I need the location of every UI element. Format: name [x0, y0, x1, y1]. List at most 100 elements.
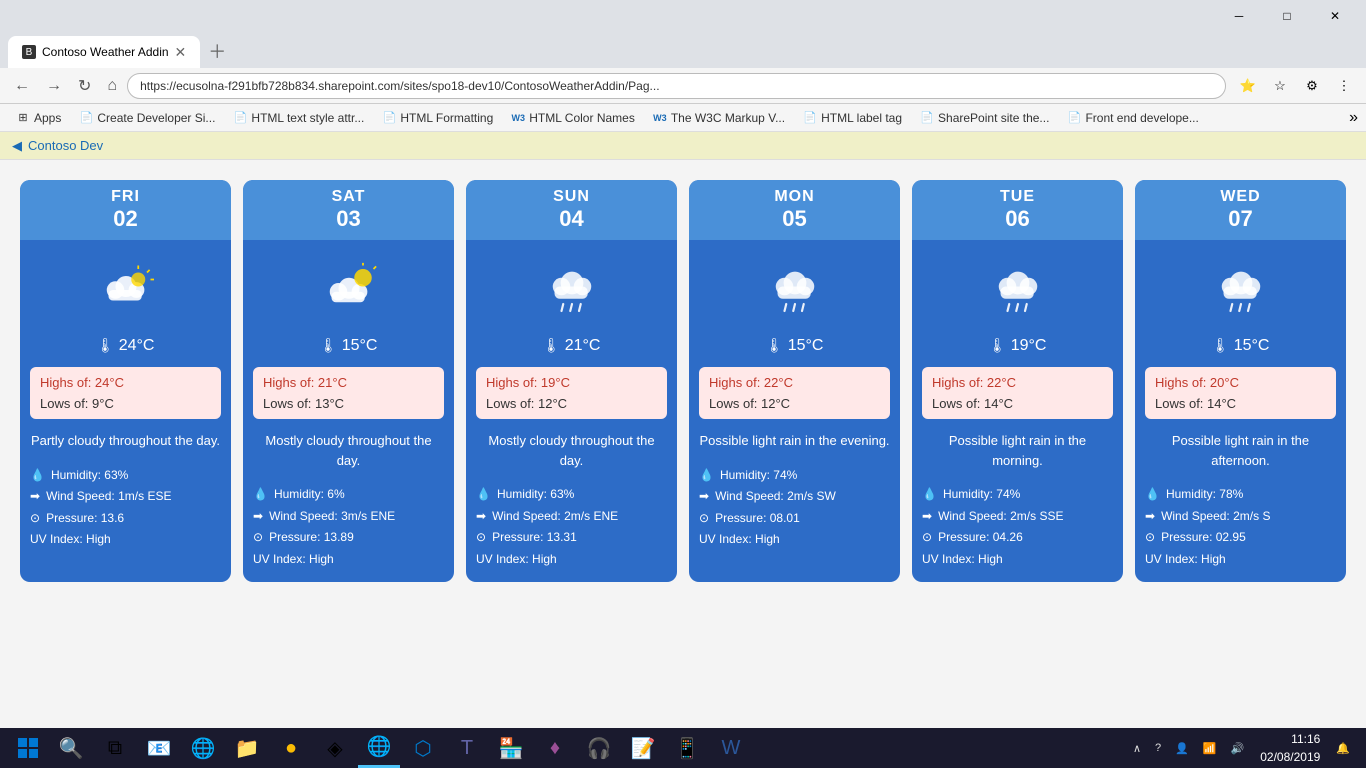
- taskbar-mail-icon[interactable]: 📧: [138, 728, 180, 768]
- minimize-button[interactable]: ─: [1216, 0, 1262, 32]
- taskbar-edge-icon[interactable]: 🌐: [358, 728, 400, 768]
- weather-card-wed: WED 07 🌡 15°C Highs of: 20°C Lows of: 14…: [1135, 180, 1346, 582]
- bookmark-sharepoint-icon: 📄: [920, 111, 934, 125]
- bookmark-sharepoint-label: SharePoint site the...: [938, 111, 1049, 125]
- taskbar-explorer-icon[interactable]: 📁: [226, 728, 268, 768]
- pressure-value: Pressure: 13.6: [46, 508, 124, 530]
- taskbar-store-icon[interactable]: 🏪: [490, 728, 532, 768]
- weather-description: Mostly cloudy throughout the day.: [253, 431, 444, 470]
- taskbar-taskview-icon[interactable]: ⧉: [94, 728, 136, 768]
- weather-details: 💧 Humidity: 6% ➡ Wind Speed: 3m/s ENE ⊙ …: [253, 484, 444, 570]
- bookmark-w3c-icon: W3: [653, 111, 667, 125]
- new-tab-button[interactable]: ＋: [200, 34, 234, 68]
- bookmark-html-label[interactable]: 📄 HTML label tag: [795, 109, 910, 127]
- card-date: 05: [693, 206, 896, 232]
- taskbar-ie-icon[interactable]: 🌐: [182, 728, 224, 768]
- wind-row: ➡ Wind Speed: 2m/s SW: [699, 486, 890, 508]
- taskbar-show-hidden[interactable]: ∧: [1127, 742, 1147, 755]
- refresh-button[interactable]: ↻: [72, 72, 97, 100]
- wind-value: Wind Speed: 2m/s ENE: [492, 506, 618, 528]
- humidity-icon: 💧: [30, 465, 45, 487]
- apps-icon: ⊞: [16, 111, 30, 125]
- bookmark-frontend[interactable]: 📄 Front end develope...: [1059, 109, 1206, 127]
- weather-details: 💧 Humidity: 74% ➡ Wind Speed: 2m/s SW ⊙ …: [699, 465, 890, 551]
- weather-icon: [699, 262, 890, 327]
- wind-row: ➡ Wind Speed: 3m/s ENE: [253, 506, 444, 528]
- bookmark-html-color[interactable]: W3 HTML Color Names: [503, 109, 643, 127]
- forward-button[interactable]: →: [40, 73, 68, 99]
- menu-icon[interactable]: ⋮: [1330, 72, 1358, 100]
- bookmark-html-text-icon: 📄: [233, 111, 247, 125]
- wind-value: Wind Speed: 1m/s ESE: [46, 486, 171, 508]
- taskbar-vscode-icon[interactable]: ⬡: [402, 728, 444, 768]
- taskbar-sound-icon[interactable]: 🔊: [1225, 742, 1251, 755]
- main-content: FRI 02 🌡 24°C Highs of: 24°C Lows of: 9°…: [0, 160, 1366, 728]
- wind-row: ➡ Wind Speed: 1m/s ESE: [30, 486, 221, 508]
- taskbar-vs-icon[interactable]: ♦: [534, 728, 576, 768]
- humidity-value: Humidity: 63%: [497, 484, 574, 506]
- maximize-button[interactable]: □: [1264, 0, 1310, 32]
- card-date: 03: [247, 206, 450, 232]
- taskbar-word-icon[interactable]: W: [710, 728, 752, 768]
- home-button[interactable]: ⌂: [101, 73, 123, 99]
- sp-back-arrow: ◀: [12, 138, 22, 154]
- back-button[interactable]: ←: [8, 73, 36, 99]
- taskbar-cortana-icon[interactable]: 🎧: [578, 728, 620, 768]
- thermometer-icon: 🌡: [1212, 337, 1230, 353]
- bookmark-create-dev[interactable]: 📄 Create Developer Si...: [71, 109, 223, 127]
- bookmarks-more-icon[interactable]: »: [1349, 109, 1358, 127]
- active-tab[interactable]: B Contoso Weather Addin ✕: [8, 36, 200, 68]
- hi-lo-box: Highs of: 21°C Lows of: 13°C: [253, 367, 444, 419]
- uv-row: UV Index: High: [476, 549, 667, 571]
- bookmark-apps-label: Apps: [34, 111, 61, 125]
- taskbar-people-icon[interactable]: 👤: [1169, 742, 1195, 755]
- tab-bar: B Contoso Weather Addin ✕ ＋: [0, 32, 1366, 68]
- bookmark-icon[interactable]: ☆: [1266, 72, 1294, 100]
- sp-site-link[interactable]: Contoso Dev: [28, 138, 103, 153]
- address-bar[interactable]: [127, 73, 1226, 99]
- taskbar-teams-icon[interactable]: T: [446, 728, 488, 768]
- bookmarks-bar: ⊞ Apps 📄 Create Developer Si... 📄 HTML t…: [0, 104, 1366, 132]
- bookmark-sharepoint[interactable]: 📄 SharePoint site the...: [912, 109, 1057, 127]
- taskbar-notifications-icon[interactable]: 🔔: [1330, 742, 1356, 755]
- lows-temp: Lows of: 12°C: [486, 396, 657, 411]
- bookmark-frontend-icon: 📄: [1067, 111, 1081, 125]
- bookmark-apps[interactable]: ⊞ Apps: [8, 109, 69, 127]
- humidity-row: 💧 Humidity: 63%: [476, 484, 667, 506]
- weather-description: Mostly cloudy throughout the day.: [476, 431, 667, 470]
- taskbar-network-icon[interactable]: 📶: [1197, 742, 1223, 755]
- card-body: 🌡 15°C Highs of: 20°C Lows of: 14°C Poss…: [1135, 240, 1346, 582]
- pressure-row: ⊙ Pressure: 08.01: [699, 508, 890, 530]
- extensions-icon[interactable]: ⭐: [1234, 72, 1262, 100]
- clock-time: 11:16: [1260, 730, 1320, 748]
- taskbar-help-icon[interactable]: ?: [1149, 742, 1167, 754]
- pressure-icon: ⊙: [253, 527, 263, 549]
- pressure-icon: ⊙: [476, 527, 486, 549]
- bookmark-html-format[interactable]: 📄 HTML Formatting: [374, 109, 501, 127]
- bookmark-html-text[interactable]: 📄 HTML text style attr...: [225, 109, 372, 127]
- thermometer-icon: 🌡: [766, 337, 784, 353]
- card-body: 🌡 24°C Highs of: 24°C Lows of: 9°C Partl…: [20, 240, 231, 563]
- temperature: 🌡 15°C: [699, 337, 890, 355]
- humidity-row: 💧 Humidity: 74%: [922, 484, 1113, 506]
- tab-close-icon[interactable]: ✕: [175, 44, 187, 61]
- hi-lo-box: Highs of: 19°C Lows of: 12°C: [476, 367, 667, 419]
- taskbar-chrome-icon[interactable]: ●: [270, 728, 312, 768]
- pressure-icon: ⊙: [30, 508, 40, 530]
- taskbar-phone-icon[interactable]: 📱: [666, 728, 708, 768]
- taskbar-sticky-icon[interactable]: 📝: [622, 728, 664, 768]
- taskbar-clock[interactable]: 11:16 02/08/2019: [1252, 730, 1328, 766]
- settings-icon[interactable]: ⚙: [1298, 72, 1326, 100]
- close-button[interactable]: ✕: [1312, 0, 1358, 32]
- temperature: 🌡 21°C: [476, 337, 667, 355]
- humidity-value: Humidity: 74%: [720, 465, 797, 487]
- taskbar-search-icon[interactable]: 🔍: [50, 728, 92, 768]
- bookmark-w3c[interactable]: W3 The W3C Markup V...: [645, 109, 793, 127]
- uv-row: UV Index: High: [253, 549, 444, 571]
- taskbar-dropbox-icon[interactable]: ◈: [314, 728, 356, 768]
- humidity-icon: 💧: [476, 484, 491, 506]
- temperature: 🌡 15°C: [253, 337, 444, 355]
- start-button[interactable]: [6, 728, 50, 768]
- tab-favicon: B: [22, 45, 36, 59]
- nav-bar: ← → ↻ ⌂ ⭐ ☆ ⚙ ⋮: [0, 68, 1366, 104]
